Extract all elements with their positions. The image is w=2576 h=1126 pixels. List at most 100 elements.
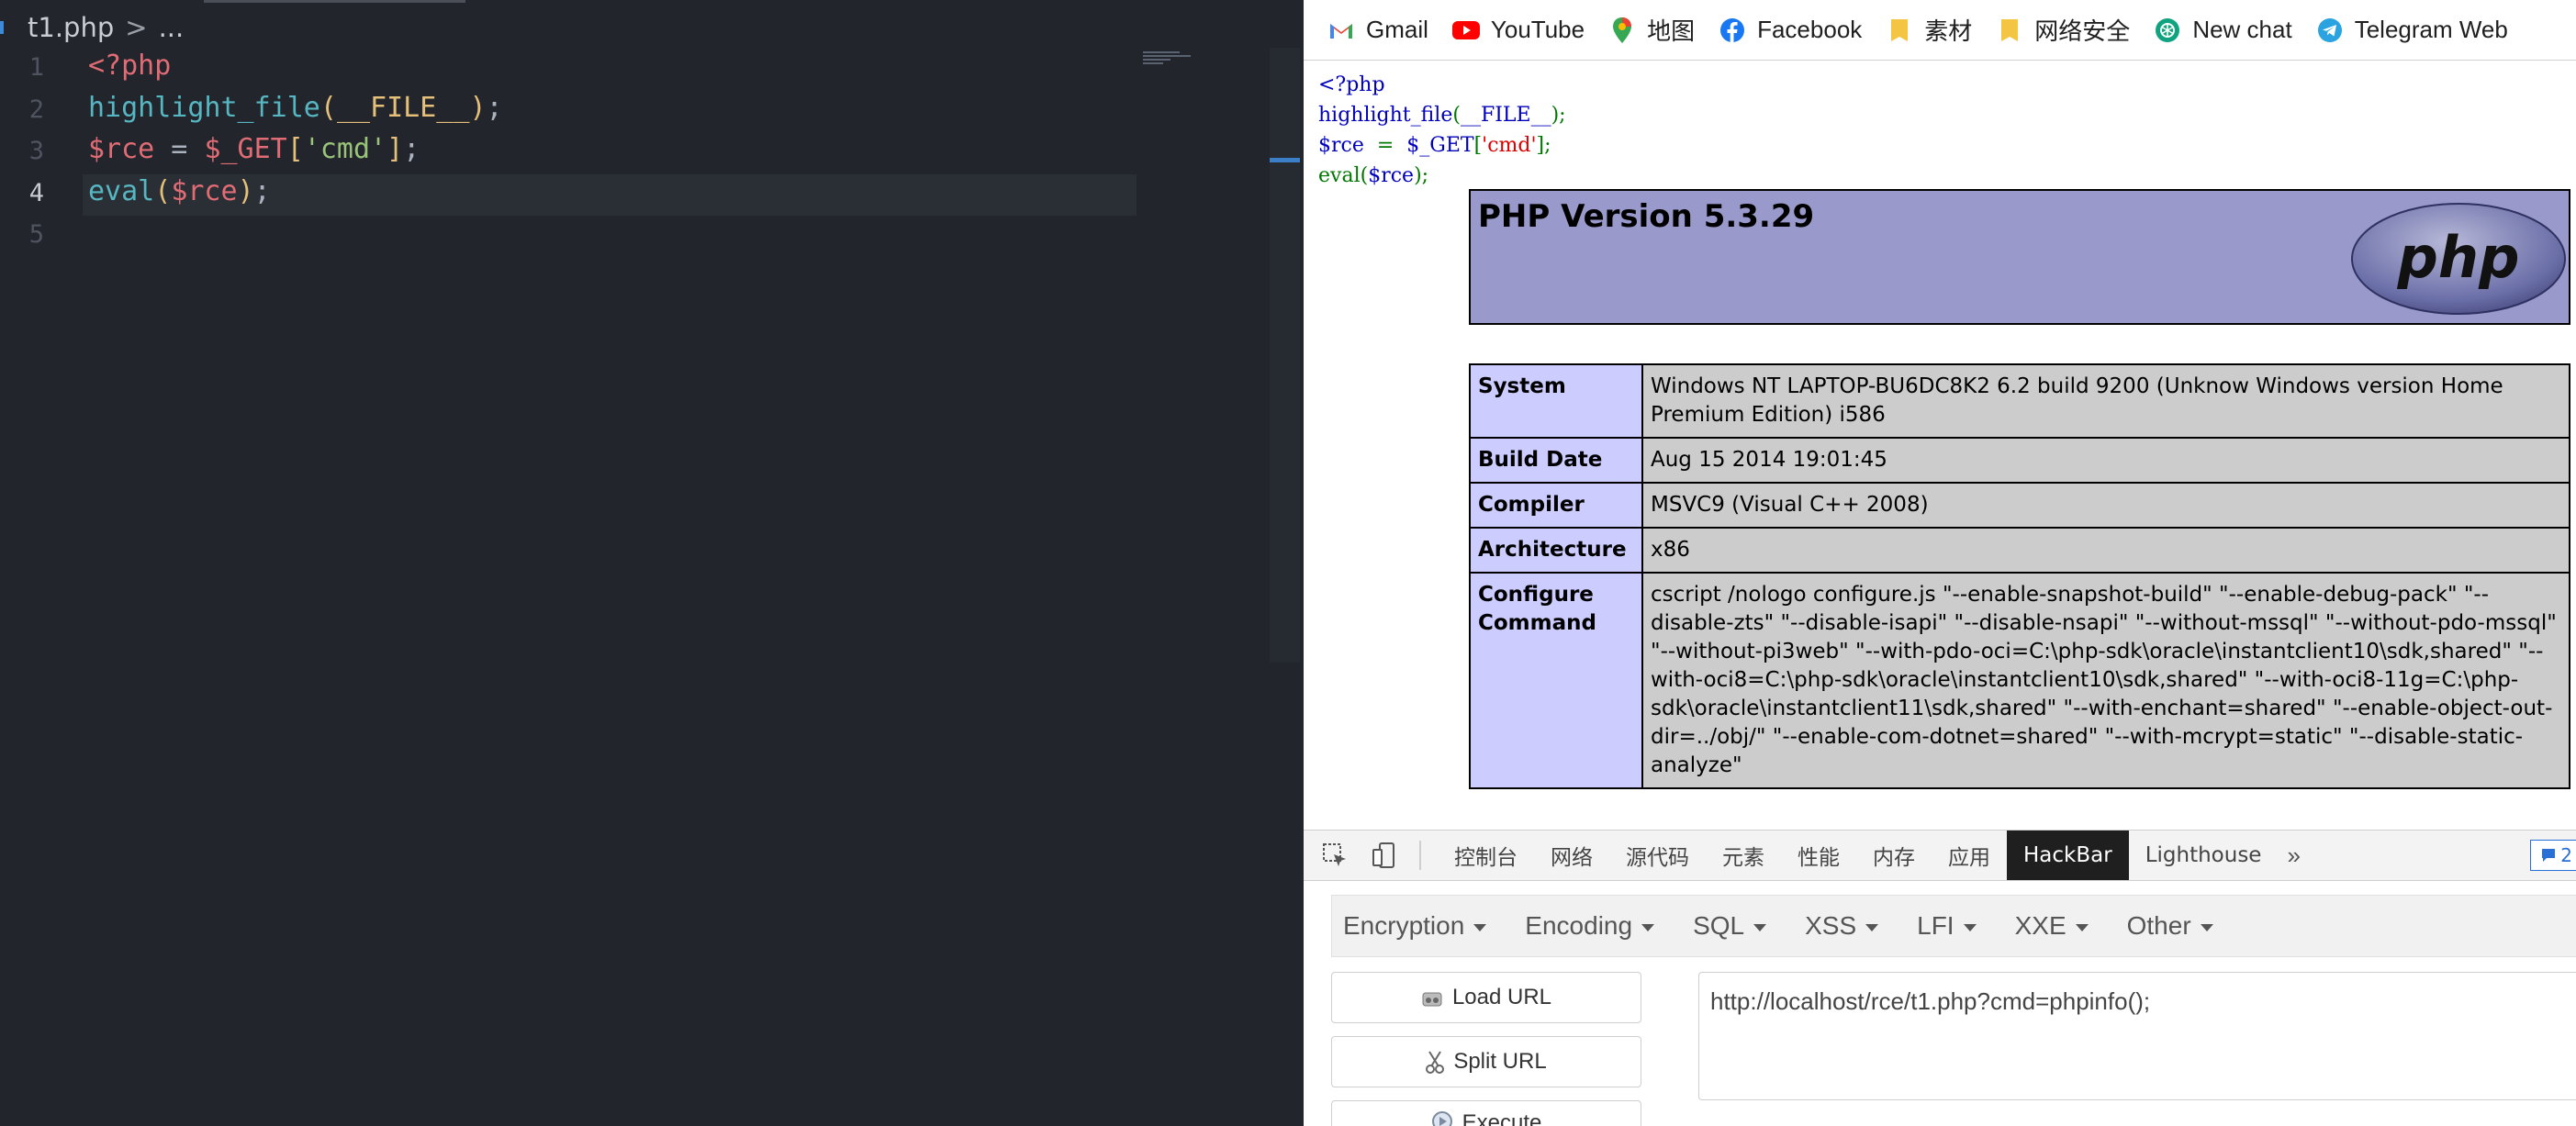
issues-badge[interactable]: 2 [2530, 840, 2576, 871]
editor-scroll-marker [1270, 158, 1300, 162]
source-token: __FILE__ [1460, 104, 1551, 127]
code-line[interactable]: <?php [88, 50, 171, 82]
split-url-button[interactable]: Split URL [1331, 1036, 1641, 1087]
code-token: = [154, 133, 205, 165]
issues-count: 2 [2560, 844, 2572, 866]
minimap[interactable] [1143, 51, 1191, 64]
caret-down-icon [1865, 923, 1879, 931]
bookmark-label: 地图 [1647, 17, 1696, 45]
caret-down-icon [2075, 923, 2089, 931]
execute-button[interactable]: Execute [1331, 1100, 1641, 1126]
code-editor[interactable]: t1.php > ... 12345 <?php highlight_file(_… [0, 0, 1304, 1126]
code-token: highlight_file [88, 91, 320, 124]
source-line: $rce = $_GET['cmd']; [1318, 134, 1551, 157]
info-key: Configure Command [1469, 572, 1643, 789]
info-key: Architecture [1469, 527, 1643, 574]
split-url-label: Split URL [1453, 1049, 1547, 1074]
hackbar-menu-item[interactable]: Encryption [1343, 911, 1487, 941]
url-textarea[interactable]: http://localhost/rce/t1.php?cmd=phpinfo(… [1698, 972, 2576, 1100]
youtube-icon [1451, 17, 1480, 44]
source-token: 'cmd' [1482, 134, 1537, 157]
execute-icon [1431, 1110, 1453, 1126]
bookmark-label: Facebook [1757, 16, 1863, 43]
caret-down-icon [1963, 923, 1977, 931]
devtools-tabbar: 控制台 网络 源代码 元素 性能 内存 应用 HackBar Lighthouse » 2 [1304, 831, 2576, 881]
bookmark-label: 素材 [1924, 17, 1973, 45]
php-version-title: PHP Version 5.3.29 [1478, 198, 1815, 235]
telegram-icon [2316, 17, 2344, 44]
bookmark-item[interactable]: Telegram Web [2316, 16, 2508, 44]
code-token: ; [253, 174, 271, 207]
source-token: $rce [1368, 164, 1415, 187]
bookmark-item[interactable]: 素材 [1886, 13, 1972, 47]
line-number: 3 [28, 137, 44, 165]
bookmark-item[interactable]: YouTube [1451, 16, 1585, 44]
hackbar-menu-item[interactable]: XSS [1805, 911, 1879, 941]
device-toolbar-icon[interactable] [1366, 837, 1403, 874]
code-token: eval [88, 174, 155, 207]
browser-window: Gmail YouTube 地图 Facebook 素材 网络安全 New chat Tele… [1304, 0, 2576, 1126]
devtools-tab[interactable]: 网络 [1534, 831, 1609, 880]
bookmark-item[interactable]: 地图 [1608, 13, 1695, 47]
code-line[interactable]: $rce = $_GET['cmd']; [88, 133, 420, 165]
devtools-tab[interactable]: 内存 [1856, 831, 1932, 880]
hackbar-menu-item[interactable]: LFI [1917, 911, 1977, 941]
source-token: $rce [1318, 134, 1377, 157]
breadcrumb-file[interactable]: t1.php [28, 12, 114, 43]
hackbar-menu-item[interactable]: XXE [2015, 911, 2089, 941]
bookmark-item[interactable]: Facebook [1719, 16, 1862, 44]
inspect-element-icon[interactable] [1316, 837, 1353, 874]
bookmark-label: New chat [2192, 16, 2292, 43]
file-type-icon [0, 21, 13, 34]
devtools-tab[interactable]: Lighthouse [2129, 831, 2279, 880]
editor-overview-ruler[interactable] [1270, 48, 1300, 663]
code-token: <?php [88, 50, 172, 82]
more-tabs-icon[interactable]: » [2287, 842, 2300, 870]
chatgpt-icon [2154, 17, 2181, 44]
breadcrumb-rest[interactable]: ... [159, 12, 185, 43]
caret-down-icon [2200, 923, 2213, 931]
caret-down-icon [1473, 923, 1487, 931]
php-logo-text: php [2397, 224, 2520, 291]
code-token: ( [154, 174, 172, 207]
devtools-tab[interactable]: 控制台 [1438, 831, 1534, 880]
devtools-tab[interactable]: 应用 [1932, 831, 2007, 880]
source-token: highlight_file [1318, 104, 1453, 127]
info-row: Architecture x86 [1469, 527, 2570, 574]
load-url-label: Load URL [1451, 985, 1552, 1009]
info-row: Build Date Aug 15 2014 19:01:45 [1469, 437, 2570, 484]
execute-label: Execute [1462, 1110, 1542, 1126]
source-token: $_GET [1406, 134, 1474, 157]
code-token: 'cmd' [303, 133, 387, 165]
info-value: cscript /nologo configure.js "--enable-s… [1641, 572, 2570, 789]
caret-down-icon [1641, 923, 1655, 931]
gmail-icon [1327, 17, 1355, 44]
phpinfo-table: System Windows NT LAPTOP-BU6DC8K2 6.2 bui… [1469, 363, 2570, 789]
hackbar-menu-item[interactable]: SQL [1693, 911, 1767, 941]
devtools-tab[interactable]: 性能 [1781, 831, 1856, 880]
source-line: eval($rce); [1318, 164, 1428, 187]
source-line: highlight_file(__FILE__); [1318, 104, 1566, 127]
hackbar-menu-label: Encryption [1343, 911, 1465, 940]
source-token: = [1376, 134, 1407, 157]
code-line[interactable]: eval($rce); [88, 175, 271, 207]
devtools-panel: 控制台 网络 源代码 元素 性能 内存 应用 HackBar Lighthouse » 2 En… [1304, 830, 2576, 1126]
facebook-icon [1719, 17, 1746, 44]
info-key: Compiler [1469, 482, 1643, 529]
hackbar-menu-item[interactable]: Other [2127, 911, 2213, 941]
line-number: 5 [28, 220, 44, 249]
load-url-button[interactable]: Load URL [1331, 972, 1641, 1023]
bookmark-item[interactable]: New chat [2154, 16, 2292, 44]
devtools-tab[interactable]: 元素 [1706, 831, 1781, 880]
code-token: ] [386, 133, 404, 165]
devtools-tab[interactable]: 源代码 [1609, 831, 1706, 880]
bookmark-item[interactable]: Gmail [1327, 16, 1428, 44]
devtools-tab[interactable]: HackBar [2007, 831, 2129, 880]
code-token: [ [286, 133, 304, 165]
bookmark-item[interactable]: 网络安全 [1996, 13, 2130, 47]
code-line[interactable]: highlight_file(__FILE__); [88, 92, 503, 124]
code-token: ) [237, 174, 254, 207]
info-key: Build Date [1469, 437, 1643, 484]
hackbar-menu-item[interactable]: Encoding [1525, 911, 1655, 941]
source-token: <?php [1318, 73, 1385, 96]
